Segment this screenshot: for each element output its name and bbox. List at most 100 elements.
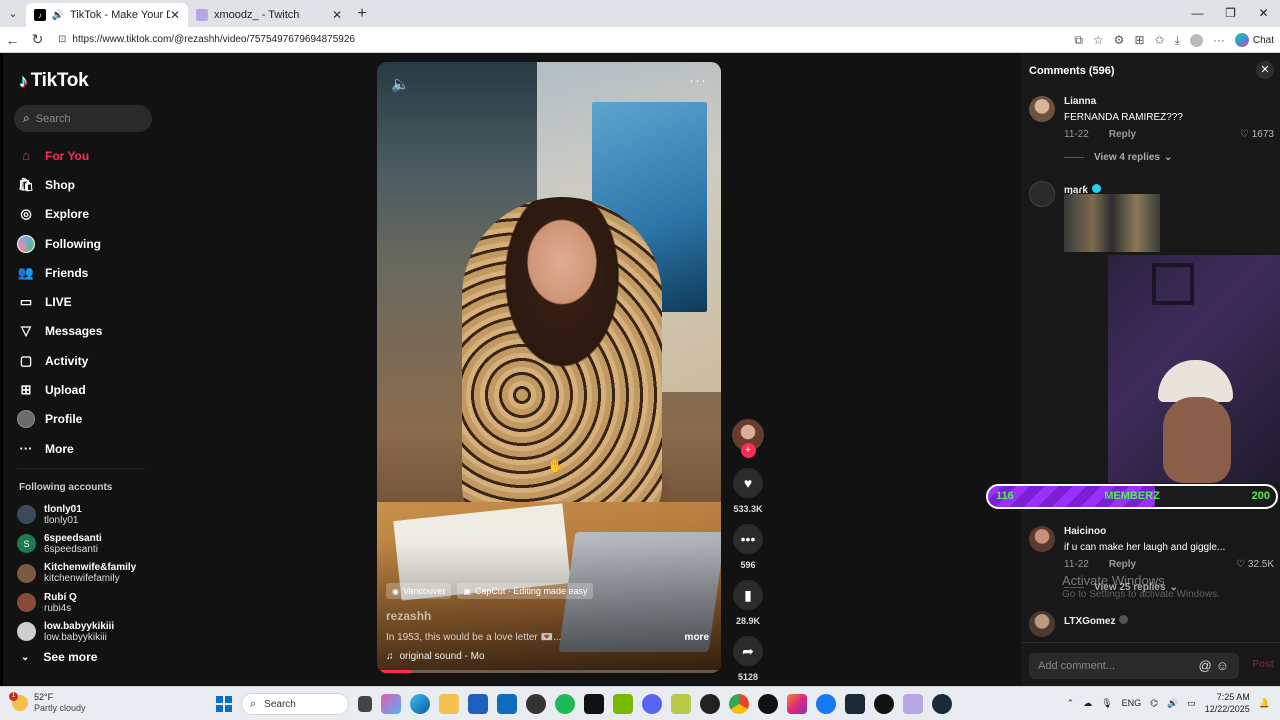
video-author[interactable]: rezashh [386, 609, 431, 623]
reply-button[interactable]: Reply [1109, 129, 1136, 140]
close-tab-icon[interactable]: ✕ [332, 8, 342, 22]
tiktok-logo[interactable]: ♪ TikTok [19, 70, 89, 92]
extensions-icon[interactable]: ⚙ [1114, 33, 1125, 47]
copilot-app-icon[interactable] [381, 694, 401, 714]
avatar[interactable] [1029, 611, 1055, 637]
copilot-chat-button[interactable]: Chat [1234, 33, 1274, 47]
downloads-icon[interactable]: ⤓ [1175, 33, 1180, 48]
like-button[interactable]: ♥ 533.3K [730, 468, 766, 514]
capcut-app-icon[interactable] [874, 694, 894, 714]
open-in-app-icon[interactable]: ⧉ [1074, 33, 1083, 48]
restore-icon[interactable]: ❐ [1214, 0, 1247, 27]
steam-icon[interactable] [932, 694, 952, 714]
volume-icon[interactable]: 🔊 [1167, 698, 1178, 709]
chrome-icon[interactable] [729, 694, 749, 714]
favorites-icon[interactable]: ✩ [1155, 33, 1165, 47]
clock[interactable]: 7:25 AM 12/22/2025 [1205, 691, 1250, 715]
kick-icon[interactable] [700, 694, 720, 714]
search-input[interactable]: ⌕ Search [14, 105, 152, 132]
avatar[interactable] [1029, 526, 1055, 552]
add-comment-input[interactable]: Add comment... @☺ [1029, 653, 1239, 679]
sidebar-item-friends[interactable]: 👥 Friends [17, 258, 157, 287]
sidebar-item-shop[interactable]: 🛍 Shop [17, 170, 157, 199]
sidebar-item-profile[interactable]: Profile [17, 405, 157, 434]
sidebar-item-for-you[interactable]: ⌂ For You [17, 141, 157, 170]
comment-media-thumbnail[interactable] [1064, 194, 1160, 252]
facebook-icon[interactable] [816, 694, 836, 714]
comment-like-button[interactable]: ♡ 1673 [1240, 129, 1274, 140]
more-options-icon[interactable]: ··· [1213, 33, 1225, 47]
audio-playing-icon[interactable]: 🔊 [52, 9, 64, 21]
file-explorer-icon[interactable] [439, 694, 459, 714]
follow-plus-icon[interactable]: + [740, 443, 756, 458]
store-icon[interactable] [468, 694, 488, 714]
tab-twitch[interactable]: xmoodz_ - Twitch ✕ [188, 3, 350, 27]
twitch-app-icon[interactable] [903, 694, 923, 714]
microphone-icon[interactable]: 🎙 [1101, 698, 1112, 709]
site-info-icon[interactable]: ⊡ [58, 34, 66, 45]
split-screen-icon[interactable]: ⊞ [1134, 33, 1144, 47]
comment-button[interactable]: ••• 596 [730, 524, 766, 570]
sidebar-item-upload[interactable]: ⊞ Upload [17, 375, 157, 404]
comment-author[interactable]: Haicinoo [1064, 526, 1274, 537]
battery-icon[interactable]: ▭ [1187, 698, 1196, 709]
location-tag[interactable]: ◉ Vancouver [386, 583, 452, 599]
see-more-button[interactable]: ⌄ See more [21, 650, 97, 664]
chevron-up-icon[interactable]: ⌃ [1067, 698, 1075, 709]
video-progress-bar[interactable] [377, 670, 721, 673]
outlook-icon[interactable] [497, 694, 517, 714]
comment-author[interactable]: LTXGomez [1064, 616, 1115, 627]
onedrive-icon[interactable]: ☁ [1083, 698, 1092, 709]
sidebar-item-messages[interactable]: ▽ Messages [17, 317, 157, 346]
sidebar-item-more[interactable]: ··· More [17, 434, 157, 463]
obs-icon[interactable] [526, 694, 546, 714]
close-icon[interactable]: ✕ [1256, 61, 1274, 79]
volume-icon[interactable]: 🔈 [391, 75, 410, 93]
url-field[interactable]: ⊡ https://www.tiktok.com/@rezashh/video/… [58, 34, 355, 45]
video-sound[interactable]: ♫ original sound - Mo [386, 651, 485, 662]
following-account-item[interactable]: S 6speedsanti 6speedsanti [17, 529, 157, 558]
notifications-icon[interactable]: 🔔 [1259, 698, 1270, 709]
comment-like-button[interactable]: ♡ 32.5K [1236, 559, 1274, 570]
taskbar-search[interactable]: ⌕ Search [241, 693, 349, 715]
sidebar-item-following[interactable]: Following [17, 229, 157, 258]
close-tab-icon[interactable]: ✕ [170, 8, 180, 22]
video-player[interactable]: 🔈 ··· ✋ ◉ Vancouver ▣ CapCut · Editing mad… [377, 62, 721, 673]
sidebar-item-explore[interactable]: ◎ Explore [17, 200, 157, 229]
task-view-icon[interactable] [358, 696, 372, 712]
edge-icon[interactable] [410, 694, 430, 714]
following-account-item[interactable]: Kitchenwife&family kitchenwifefamily [17, 559, 157, 588]
favorite-star-icon[interactable]: ☆ [1093, 33, 1104, 47]
avatar[interactable] [1029, 96, 1055, 122]
capcut-tag[interactable]: ▣ CapCut · Editing made easy [457, 583, 594, 599]
nvidia-icon[interactable] [613, 694, 633, 714]
new-tab-button[interactable]: + [350, 3, 374, 27]
close-window-icon[interactable]: ✕ [1247, 0, 1280, 27]
tab-actions-menu-icon[interactable]: ⌄ [0, 0, 26, 27]
notes-app-icon[interactable] [671, 694, 691, 714]
save-button[interactable]: ▮ 28.9K [730, 580, 766, 626]
start-button[interactable] [216, 696, 232, 712]
avatar[interactable] [1029, 181, 1055, 207]
view-replies-button[interactable]: View 4 replies ⌄ [1064, 152, 1172, 163]
post-comment-button[interactable]: Post [1252, 659, 1274, 670]
spotify-icon[interactable] [555, 694, 575, 714]
game-launcher-icon[interactable] [845, 694, 865, 714]
mention-icon[interactable]: @ [1199, 658, 1216, 673]
back-icon[interactable]: ← [0, 32, 25, 48]
sidebar-item-activity[interactable]: ▢ Activity [17, 346, 157, 375]
discord-icon[interactable] [642, 694, 662, 714]
sidebar-item-live[interactable]: ▭ LIVE [17, 287, 157, 316]
caption-more-button[interactable]: more [685, 632, 709, 643]
following-account-item[interactable]: Rubí Qrubi4s [17, 588, 157, 617]
profile-icon[interactable] [1189, 33, 1203, 47]
minimize-icon[interactable]: — [1181, 0, 1214, 27]
following-account-item[interactable]: tlonly01 tlonly01 [17, 500, 157, 529]
emoji-icon[interactable]: ☺ [1216, 658, 1233, 673]
tab-tiktok[interactable]: ♪ 🔊 TikTok - Make Your Day ✕ [26, 3, 188, 27]
video-more-options-icon[interactable]: ··· [689, 72, 707, 89]
comment-author[interactable]: Lianna [1064, 96, 1274, 107]
following-account-item[interactable]: low.babyykikiii low.babyykikiii [17, 617, 157, 646]
refresh-icon[interactable]: ↻ [25, 31, 50, 48]
instagram-icon[interactable] [787, 694, 807, 714]
